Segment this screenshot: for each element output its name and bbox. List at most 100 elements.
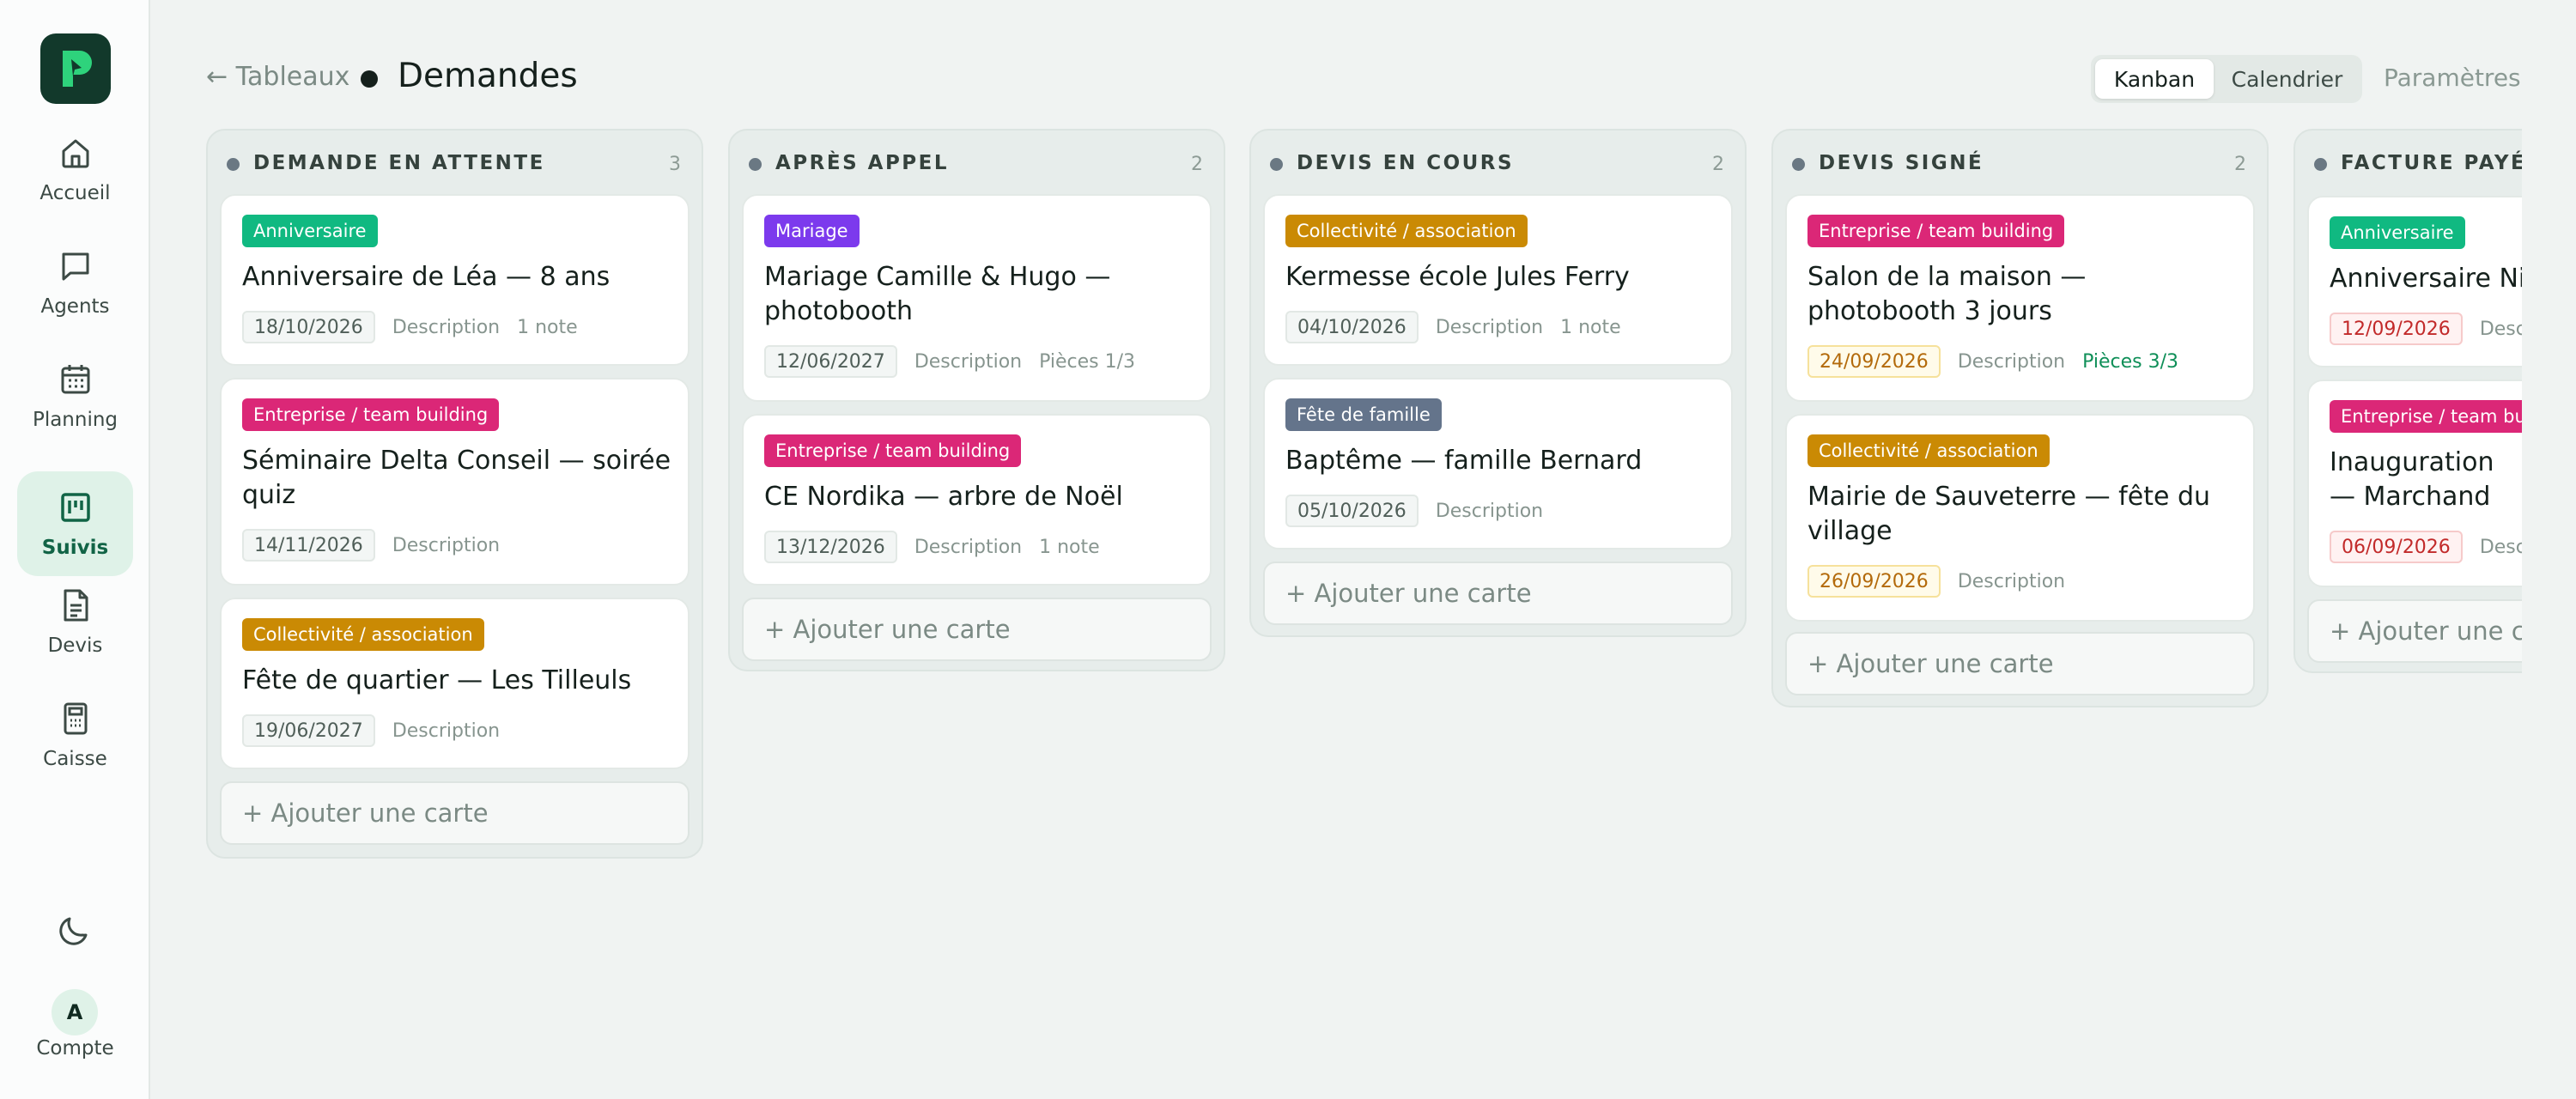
kanban-board: DEMANDE EN ATTENTE 3 Anniversaire Annive… [206, 129, 2522, 1073]
card[interactable]: Entreprise / team building Séminaire Del… [220, 378, 690, 586]
card-date: 24/09/2026 [1807, 345, 1941, 378]
home-icon [62, 139, 88, 168]
card-date: 05/10/2026 [1285, 495, 1419, 527]
column-facture-payee: FACTURE PAYÉE Anniversaire Anniversaire … [2293, 129, 2522, 673]
page-title: Demandes [398, 57, 578, 95]
column-dot [749, 158, 762, 171]
card-description: Description [1957, 350, 2066, 373]
view-kanban-button[interactable]: Kanban [2095, 59, 2214, 99]
card-meta: 05/10/2026 Description [1285, 495, 1543, 527]
card-description: Description [392, 316, 501, 338]
card-tag: Collectivité / association [1807, 434, 2050, 467]
nav-suivis[interactable]: Suivis [17, 471, 133, 576]
calculator-icon [64, 702, 87, 735]
card-title: CE Nordika — arbre de Noël [764, 482, 1123, 512]
nav-planning[interactable]: Planning [17, 343, 133, 448]
card[interactable]: Collectivité / association Kermesse écol… [1263, 194, 1733, 366]
column-dot [1270, 158, 1283, 171]
logo-mark-icon [63, 51, 92, 87]
nav-agents[interactable]: Agents [17, 230, 133, 335]
card-tag: Entreprise / team building [764, 434, 1022, 467]
card[interactable]: Entreprise / team bui Inauguration — Mar… [2307, 379, 2522, 587]
column-title: FACTURE PAYÉE [2341, 152, 2522, 174]
card-tag: Anniversaire [2330, 216, 2465, 249]
add-card-button[interactable]: + Ajouter une carte [1263, 562, 1733, 625]
card-date: 26/09/2026 [1807, 565, 1941, 598]
card-tag: Fête de famille [1285, 398, 1442, 431]
card-title: Anniversaire Nin [2330, 264, 2522, 294]
card-meta: 26/09/2026 Description [1807, 565, 2065, 598]
card-title: Séminaire Delta Conseil — soirée quiz [242, 446, 671, 510]
card-date: 12/06/2027 [764, 345, 897, 378]
card[interactable]: Mariage Mariage Camille & Hugo — photobo… [742, 194, 1212, 402]
card[interactable]: Collectivité / association Fête de quart… [220, 598, 690, 769]
kanban-icon [60, 493, 90, 522]
card-meta: 18/10/2026 Description 1 note [242, 311, 578, 343]
back-to-boards-link[interactable]: ← Tableaux [206, 62, 349, 92]
card-meta: 14/11/2026 Description [242, 529, 500, 562]
sidebar: Accueil Agents Planning Suivis Devis Cai… [0, 0, 150, 1099]
card-attachments: Pièces 3/3 [2082, 350, 2179, 373]
card-date: 12/09/2026 [2330, 313, 2463, 345]
card-tag: Collectivité / association [242, 618, 484, 651]
nav-accueil[interactable]: Accueil [17, 117, 133, 222]
column-apres-appel: APRÈS APPEL 2 Mariage Mariage Camille & … [728, 129, 1225, 671]
card-meta: 06/09/2026 Desc [2330, 531, 2522, 563]
card-meta: 13/12/2026 Description 1 note [764, 531, 1100, 563]
account-avatar[interactable]: A [52, 989, 98, 1035]
card[interactable]: Entreprise / team building Salon de la m… [1785, 194, 2255, 402]
card-title: Inauguration — Marchand [2330, 447, 2494, 512]
card[interactable]: Anniversaire Anniversaire de Léa — 8 ans… [220, 194, 690, 366]
add-card-button[interactable]: + Ajouter une carte [742, 598, 1212, 661]
card-date: 13/12/2026 [764, 531, 897, 563]
card-description: Desc [2479, 536, 2522, 558]
nav-label: Accueil [39, 182, 111, 204]
column-dot [227, 158, 240, 171]
card[interactable]: Anniversaire Anniversaire Nin 12/09/2026… [2307, 196, 2522, 367]
nav-caisse[interactable]: Caisse [17, 683, 133, 787]
card-meta: 24/09/2026 Description Pièces 3/3 [1807, 345, 2178, 378]
settings-link[interactable]: Paramètres [2384, 64, 2521, 92]
card-meta: 12/09/2026 Desc [2330, 313, 2522, 345]
column-header: DEVIS EN COURS 2 [1251, 131, 1745, 194]
app-logo[interactable] [40, 33, 111, 104]
card[interactable]: Collectivité / association Mairie de Sau… [1785, 414, 2255, 622]
add-card-button[interactable]: + Ajouter une carte [2307, 599, 2522, 663]
view-calendar-button[interactable]: Calendrier [2216, 59, 2358, 99]
moon-icon[interactable] [57, 912, 93, 948]
column-demande-en-attente: DEMANDE EN ATTENTE 3 Anniversaire Annive… [206, 129, 703, 859]
card-meta: 04/10/2026 Description 1 note [1285, 311, 1621, 343]
card[interactable]: Fête de famille Baptême — famille Bernar… [1263, 378, 1733, 550]
card-title: Salon de la maison — photobooth 3 jours [1807, 262, 2087, 326]
column-title: APRÈS APPEL [775, 152, 950, 174]
board-status-dot [361, 70, 378, 88]
card-title: Anniversaire de Léa — 8 ans [242, 262, 611, 292]
card-date: 04/10/2026 [1285, 311, 1419, 343]
column-devis-signe: DEVIS SIGNÉ 2 Entreprise / team building… [1771, 129, 2269, 707]
card-tag: Entreprise / team bui [2330, 400, 2522, 433]
card-title: Baptême — famille Bernard [1285, 446, 1643, 476]
nav-label: Suivis [41, 537, 109, 559]
card-description: Description [1435, 500, 1544, 522]
card[interactable]: Entreprise / team building CE Nordika — … [742, 414, 1212, 586]
card-tag: Mariage [764, 215, 860, 247]
column-count: 2 [1191, 154, 1203, 175]
card-description: Description [392, 534, 501, 556]
card-date: 14/11/2026 [242, 529, 375, 562]
card-tag: Anniversaire [242, 215, 378, 247]
card-description: Description [914, 350, 1023, 373]
add-card-button[interactable]: + Ajouter une carte [220, 781, 690, 845]
view-switcher: Kanban Calendrier [2091, 55, 2362, 103]
column-count: 2 [2234, 154, 2246, 175]
card-title: Mariage Camille & Hugo — photobooth [764, 262, 1111, 326]
nav-devis[interactable]: Devis [17, 569, 133, 674]
card-tag: Collectivité / association [1285, 215, 1528, 247]
card-date: 06/09/2026 [2330, 531, 2463, 563]
card-description: Description [914, 536, 1023, 558]
nav-label: Caisse [43, 748, 107, 770]
card-description: Desc [2479, 318, 2522, 340]
account-label[interactable]: Compte [0, 1037, 150, 1060]
column-count: 3 [669, 154, 681, 175]
add-card-button[interactable]: + Ajouter une carte [1785, 632, 2255, 695]
card-notes: 1 note [517, 316, 578, 338]
